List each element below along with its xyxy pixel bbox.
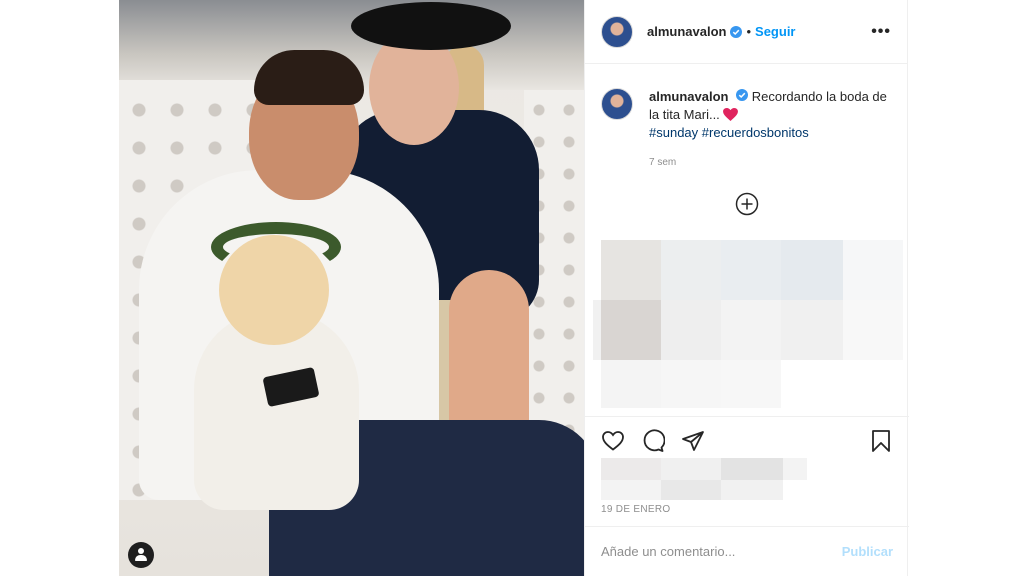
post-side-panel: almunavalon • Seguir ••• almunavalon Rec… — [584, 0, 909, 576]
caption: almunavalon Recordando la boda de la tit… — [585, 64, 907, 172]
person-tag-icon[interactable] — [128, 542, 154, 568]
caption-timestamp: 7 sem — [649, 157, 677, 168]
more-options-button[interactable]: ••• — [871, 23, 891, 41]
red-heart-emoji — [723, 108, 739, 121]
heart-outline-icon[interactable] — [601, 429, 625, 453]
separator-dot: • — [746, 24, 752, 39]
paper-plane-icon[interactable] — [681, 429, 705, 453]
comment-input[interactable] — [601, 544, 842, 559]
verified-badge-icon — [736, 89, 749, 101]
post-header: almunavalon • Seguir ••• — [585, 0, 907, 64]
speech-bubble-icon[interactable] — [641, 428, 665, 453]
follow-button[interactable]: Seguir — [755, 24, 795, 39]
flower-crown — [211, 222, 341, 272]
publish-button[interactable]: Publicar — [842, 544, 893, 559]
avatar[interactable] — [601, 15, 633, 48]
caption-username[interactable]: almunavalon — [649, 89, 728, 104]
bookmark-icon[interactable] — [869, 429, 893, 453]
black-hat — [351, 2, 511, 50]
plus-circle-icon[interactable] — [735, 192, 759, 216]
verified-badge-icon — [730, 25, 743, 38]
comment-bar: Publicar — [585, 526, 909, 576]
pixelated-likes — [601, 456, 811, 502]
post-date: 19 DE ENERO — [601, 504, 671, 515]
man-hair — [254, 50, 364, 105]
caption-text-block: almunavalon Recordando la boda de la tit… — [649, 88, 889, 172]
pixelated-comments — [593, 240, 903, 410]
hashtags[interactable]: #sunday #recuerdosbonitos — [649, 125, 809, 140]
header-username[interactable]: almunavalon — [647, 24, 726, 39]
post-photo[interactable] — [119, 0, 584, 576]
caption-avatar[interactable] — [601, 88, 633, 120]
